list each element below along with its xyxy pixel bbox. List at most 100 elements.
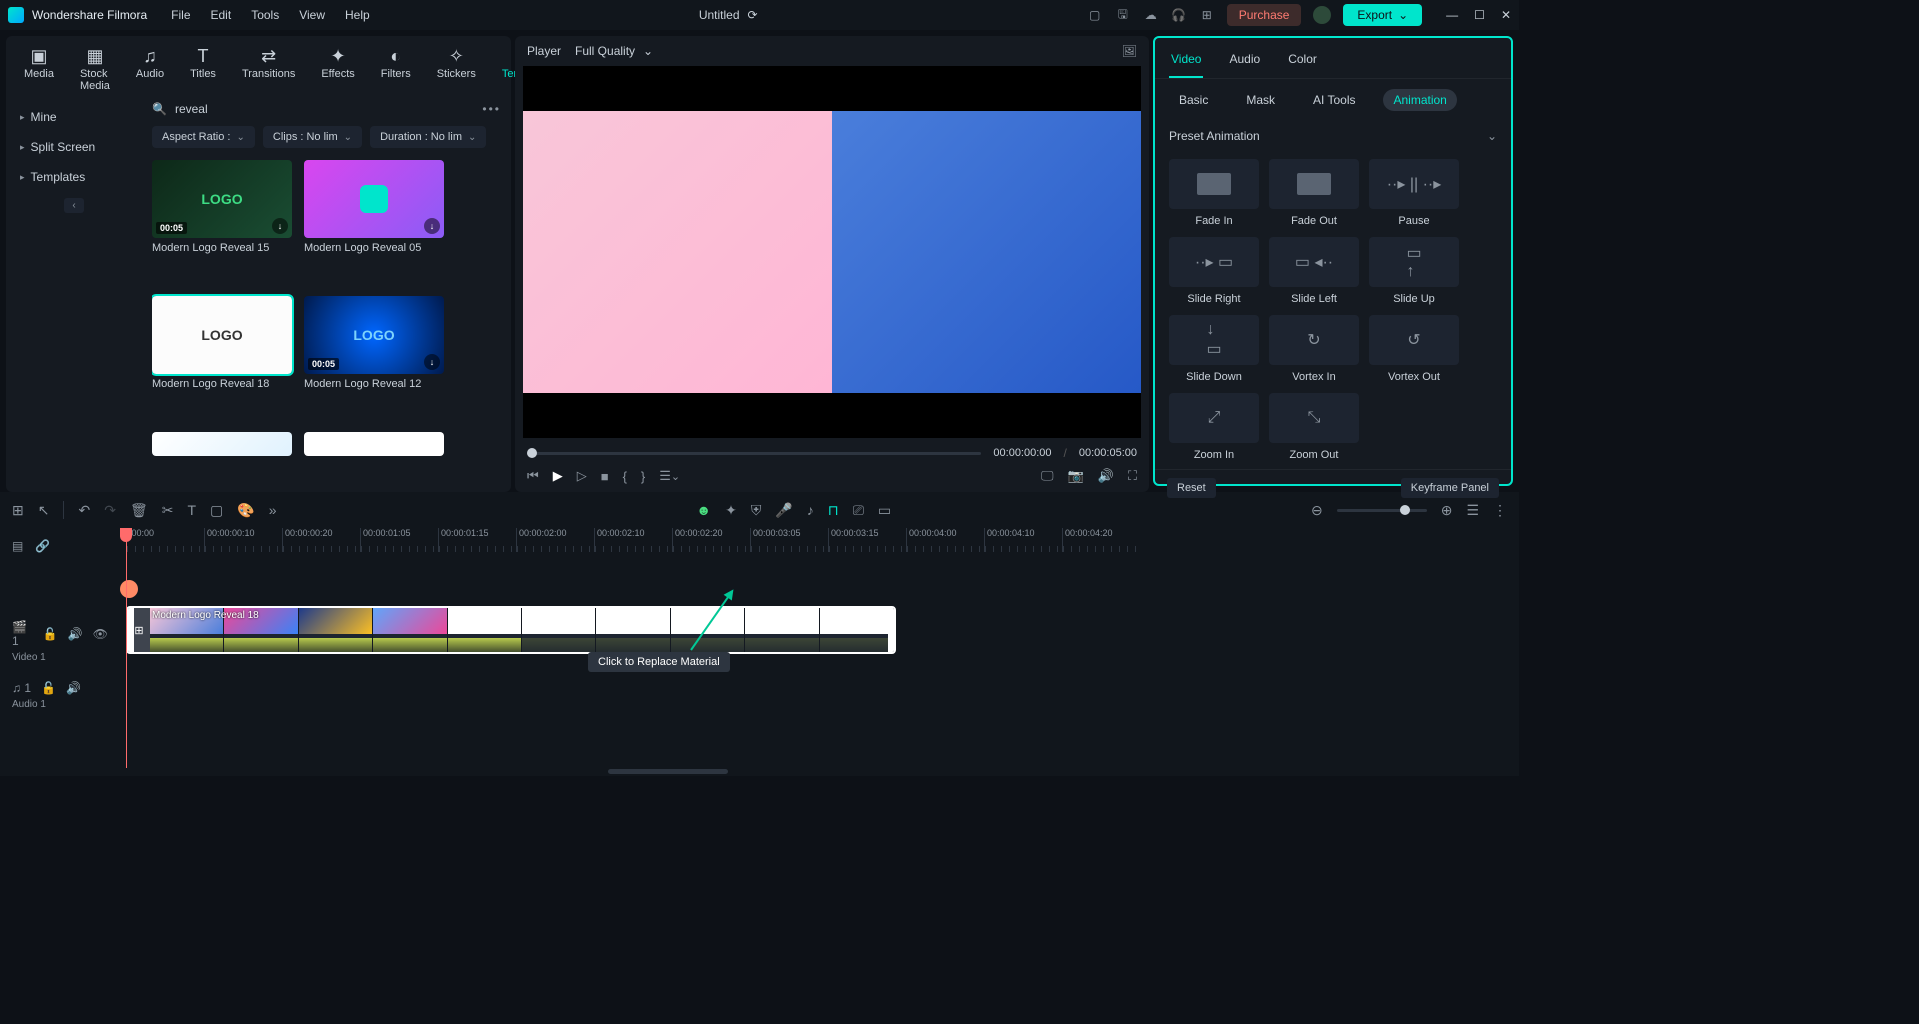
clip-segment[interactable] xyxy=(745,608,819,652)
delete-icon[interactable]: 🗑 xyxy=(130,502,148,519)
crop-icon[interactable]: ▢ xyxy=(210,502,223,519)
tab-filters[interactable]: ◐Filters xyxy=(375,42,417,96)
insp-tab-color[interactable]: Color xyxy=(1286,46,1319,78)
shield-icon[interactable]: ⛨ xyxy=(751,502,762,519)
layout-icon[interactable]: ☰ ⌄ xyxy=(659,468,680,484)
minimize-icon[interactable]: — xyxy=(1446,8,1458,22)
undo-icon[interactable]: ↶ xyxy=(78,502,90,519)
display-icon[interactable]: 🖵 xyxy=(1041,468,1054,484)
insp-tab-audio[interactable]: Audio xyxy=(1227,46,1262,78)
clip-segment[interactable] xyxy=(820,608,894,652)
player-preview[interactable] xyxy=(523,66,1141,438)
apps-icon[interactable]: ⊞ xyxy=(1199,7,1215,23)
subtab-basic[interactable]: Basic xyxy=(1169,89,1218,111)
filter-clips[interactable]: Clips : No lim xyxy=(263,126,362,148)
animation-preset[interactable]: Fade In xyxy=(1169,159,1259,227)
menu-tools[interactable]: Tools xyxy=(251,8,279,22)
tracks-icon[interactable]: ▤ xyxy=(12,539,23,553)
tab-effects[interactable]: ✦Effects xyxy=(315,42,360,96)
template-item[interactable]: LOGOModern Logo Reveal 18 xyxy=(152,296,292,420)
animation-preset[interactable]: ▭↑Slide Up xyxy=(1369,237,1459,305)
headphones-icon[interactable]: 🎧 xyxy=(1171,7,1187,23)
clip-segment[interactable] xyxy=(522,608,596,652)
save-icon[interactable]: 🖫 xyxy=(1115,7,1131,23)
download-icon[interactable]: ↓ xyxy=(424,218,440,234)
mark-in-icon[interactable]: { xyxy=(623,469,627,484)
cloud-sync-icon[interactable]: ⟳ xyxy=(748,8,758,22)
timeline-clip[interactable]: ⊞ Modern Logo Reveal 18 xyxy=(126,606,896,654)
subtab-animation[interactable]: Animation xyxy=(1383,89,1456,111)
audio-track-area[interactable] xyxy=(120,658,1519,706)
download-icon[interactable]: ↓ xyxy=(424,354,440,370)
animation-preset[interactable]: ··▸ ▭Slide Right xyxy=(1169,237,1259,305)
snapshot-icon[interactable]: 📷 xyxy=(1068,468,1084,484)
timeline-main[interactable]: :00:0000:00:00:1000:00:00:2000:00:01:050… xyxy=(120,528,1519,768)
zoom-slider[interactable] xyxy=(1337,509,1427,512)
clip-segment[interactable] xyxy=(596,608,670,652)
player-quality-select[interactable]: Full Quality ⌄ xyxy=(575,44,653,58)
marker-icon[interactable] xyxy=(120,580,138,598)
tab-transitions[interactable]: ⇄Transitions xyxy=(236,42,301,96)
color-icon[interactable]: 🎨 xyxy=(237,502,254,519)
animation-preset[interactable]: ▭ ◂··Slide Left xyxy=(1269,237,1359,305)
horizontal-scrollbar[interactable] xyxy=(0,768,1519,776)
template-item[interactable]: LOGO00:05↓Modern Logo Reveal 12 xyxy=(304,296,444,420)
prev-frame-icon[interactable]: ⏮ xyxy=(527,468,539,484)
sidebar-item-splitscreen[interactable]: Split Screen xyxy=(6,132,142,162)
more-tools-icon[interactable]: » xyxy=(269,502,277,518)
redo-icon[interactable]: ↷ xyxy=(104,502,116,519)
keyframe-panel-button[interactable]: Keyframe Panel xyxy=(1401,478,1499,498)
sidebar-item-mine[interactable]: Mine xyxy=(6,102,142,132)
more-icon[interactable]: ••• xyxy=(482,102,501,116)
apps-icon[interactable]: ⊞ xyxy=(12,502,24,519)
animation-preset[interactable]: ↓▭Slide Down xyxy=(1169,315,1259,383)
clip-segment[interactable] xyxy=(299,608,373,652)
purchase-button[interactable]: Purchase xyxy=(1227,4,1302,26)
template-thumb[interactable] xyxy=(152,432,292,456)
volume-icon[interactable]: 🔊 xyxy=(1098,468,1114,484)
animation-preset[interactable]: ⤢Zoom In xyxy=(1169,393,1259,461)
section-preset-animation[interactable]: Preset Animation xyxy=(1155,121,1511,151)
clip-segment[interactable] xyxy=(373,608,447,652)
sidebar-item-templates[interactable]: Templates xyxy=(6,162,142,192)
template-thumb[interactable]: LOGO00:05↓ xyxy=(152,160,292,238)
record-icon[interactable]: ⎚ xyxy=(853,502,864,519)
track-head-audio[interactable]: ♫ 1🔓🔊 Audio 1 xyxy=(0,668,120,722)
animation-preset[interactable]: Fade Out xyxy=(1269,159,1359,227)
tab-stickers[interactable]: ✧Stickers xyxy=(431,42,482,96)
tab-titles[interactable]: TTitles xyxy=(184,42,222,96)
link-icon[interactable]: 🔗 xyxy=(35,539,50,553)
play-icon[interactable]: ▶ xyxy=(553,468,563,484)
reset-button[interactable]: Reset xyxy=(1167,478,1216,498)
animation-preset[interactable]: ↺Vortex Out xyxy=(1369,315,1459,383)
filter-aspect[interactable]: Aspect Ratio : xyxy=(152,126,255,148)
template-item[interactable] xyxy=(304,432,444,486)
clip-handle-right[interactable] xyxy=(888,608,894,652)
tab-stock[interactable]: ▦Stock Media xyxy=(74,42,116,96)
clip-handle-left[interactable] xyxy=(128,608,134,652)
play-forward-icon[interactable]: ▷ xyxy=(577,468,587,484)
enhance-icon[interactable]: ✦ xyxy=(725,502,737,519)
export-button[interactable]: Export⌄ xyxy=(1343,4,1422,26)
tab-media[interactable]: ▣Media xyxy=(18,42,60,96)
mark-out-icon[interactable]: } xyxy=(641,469,645,484)
close-icon[interactable]: ✕ xyxy=(1501,8,1511,22)
progress-bar[interactable] xyxy=(527,452,981,455)
menu-view[interactable]: View xyxy=(299,8,325,22)
ai-face-icon[interactable]: ☻ xyxy=(696,502,711,518)
music-icon[interactable]: ♪ xyxy=(807,502,814,518)
playhead[interactable] xyxy=(126,528,127,768)
timeline-ruler[interactable]: :00:0000:00:00:1000:00:00:2000:00:01:050… xyxy=(120,528,1519,552)
clip-segment[interactable] xyxy=(671,608,745,652)
template-item[interactable]: ↓Modern Logo Reveal 05 xyxy=(304,160,444,284)
template-thumb[interactable]: LOGO xyxy=(152,296,292,374)
clip-segment[interactable] xyxy=(448,608,522,652)
mute-icon[interactable]: 🔊 xyxy=(66,681,81,695)
text-icon[interactable]: T xyxy=(187,502,196,518)
template-thumb[interactable]: ↓ xyxy=(304,160,444,238)
menu-file[interactable]: File xyxy=(171,8,190,22)
filter-duration[interactable]: Duration : No lim xyxy=(370,126,486,148)
snapshot-mode-icon[interactable]: 🖼 xyxy=(1122,44,1137,58)
insp-tab-video[interactable]: Video xyxy=(1169,46,1203,78)
mute-icon[interactable]: 🔊 xyxy=(68,627,83,641)
